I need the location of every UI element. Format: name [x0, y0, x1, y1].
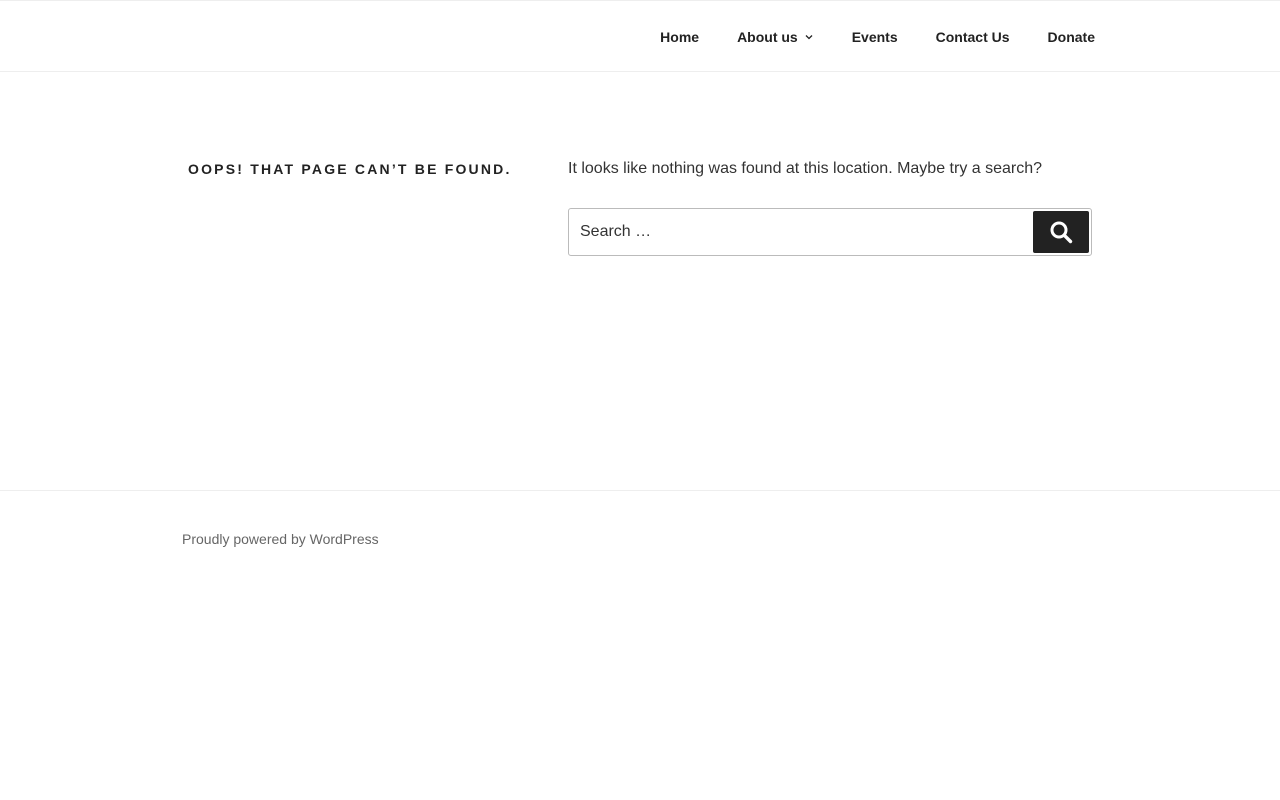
footer-credit-link[interactable]: Proudly powered by WordPress: [182, 531, 379, 547]
nav-item-events[interactable]: Events: [833, 29, 917, 45]
nav-item-label: Contact Us: [935, 28, 1010, 45]
nav-item-label: About us: [737, 28, 798, 45]
page-title: Oops! That page can’t be found.: [188, 161, 512, 177]
nav-item-about-us[interactable]: About us: [718, 29, 833, 45]
nav-item-contact-us[interactable]: Contact Us: [917, 29, 1029, 45]
main-navigation: Home About us Events Contact Us Donate: [641, 1, 1114, 72]
not-found-message: It looks like nothing was found at this …: [568, 160, 1043, 177]
search-icon: [1050, 221, 1073, 244]
nav-item-label: Home: [660, 28, 700, 45]
search-button[interactable]: [1033, 211, 1089, 253]
main-content: Oops! That page can’t be found. It looks…: [0, 72, 1280, 490]
nav-item-donate[interactable]: Donate: [1029, 29, 1114, 45]
search-input[interactable]: [569, 209, 1029, 255]
search-form: [568, 208, 1092, 256]
chevron-down-icon: [805, 34, 813, 39]
site-footer: Proudly powered by WordPress: [0, 490, 1280, 800]
nav-item-label: Events: [851, 28, 898, 45]
nav-item-home[interactable]: Home: [641, 29, 718, 45]
site-header: Home About us Events Contact Us Donate: [0, 0, 1280, 72]
nav-item-label: Donate: [1047, 28, 1095, 45]
